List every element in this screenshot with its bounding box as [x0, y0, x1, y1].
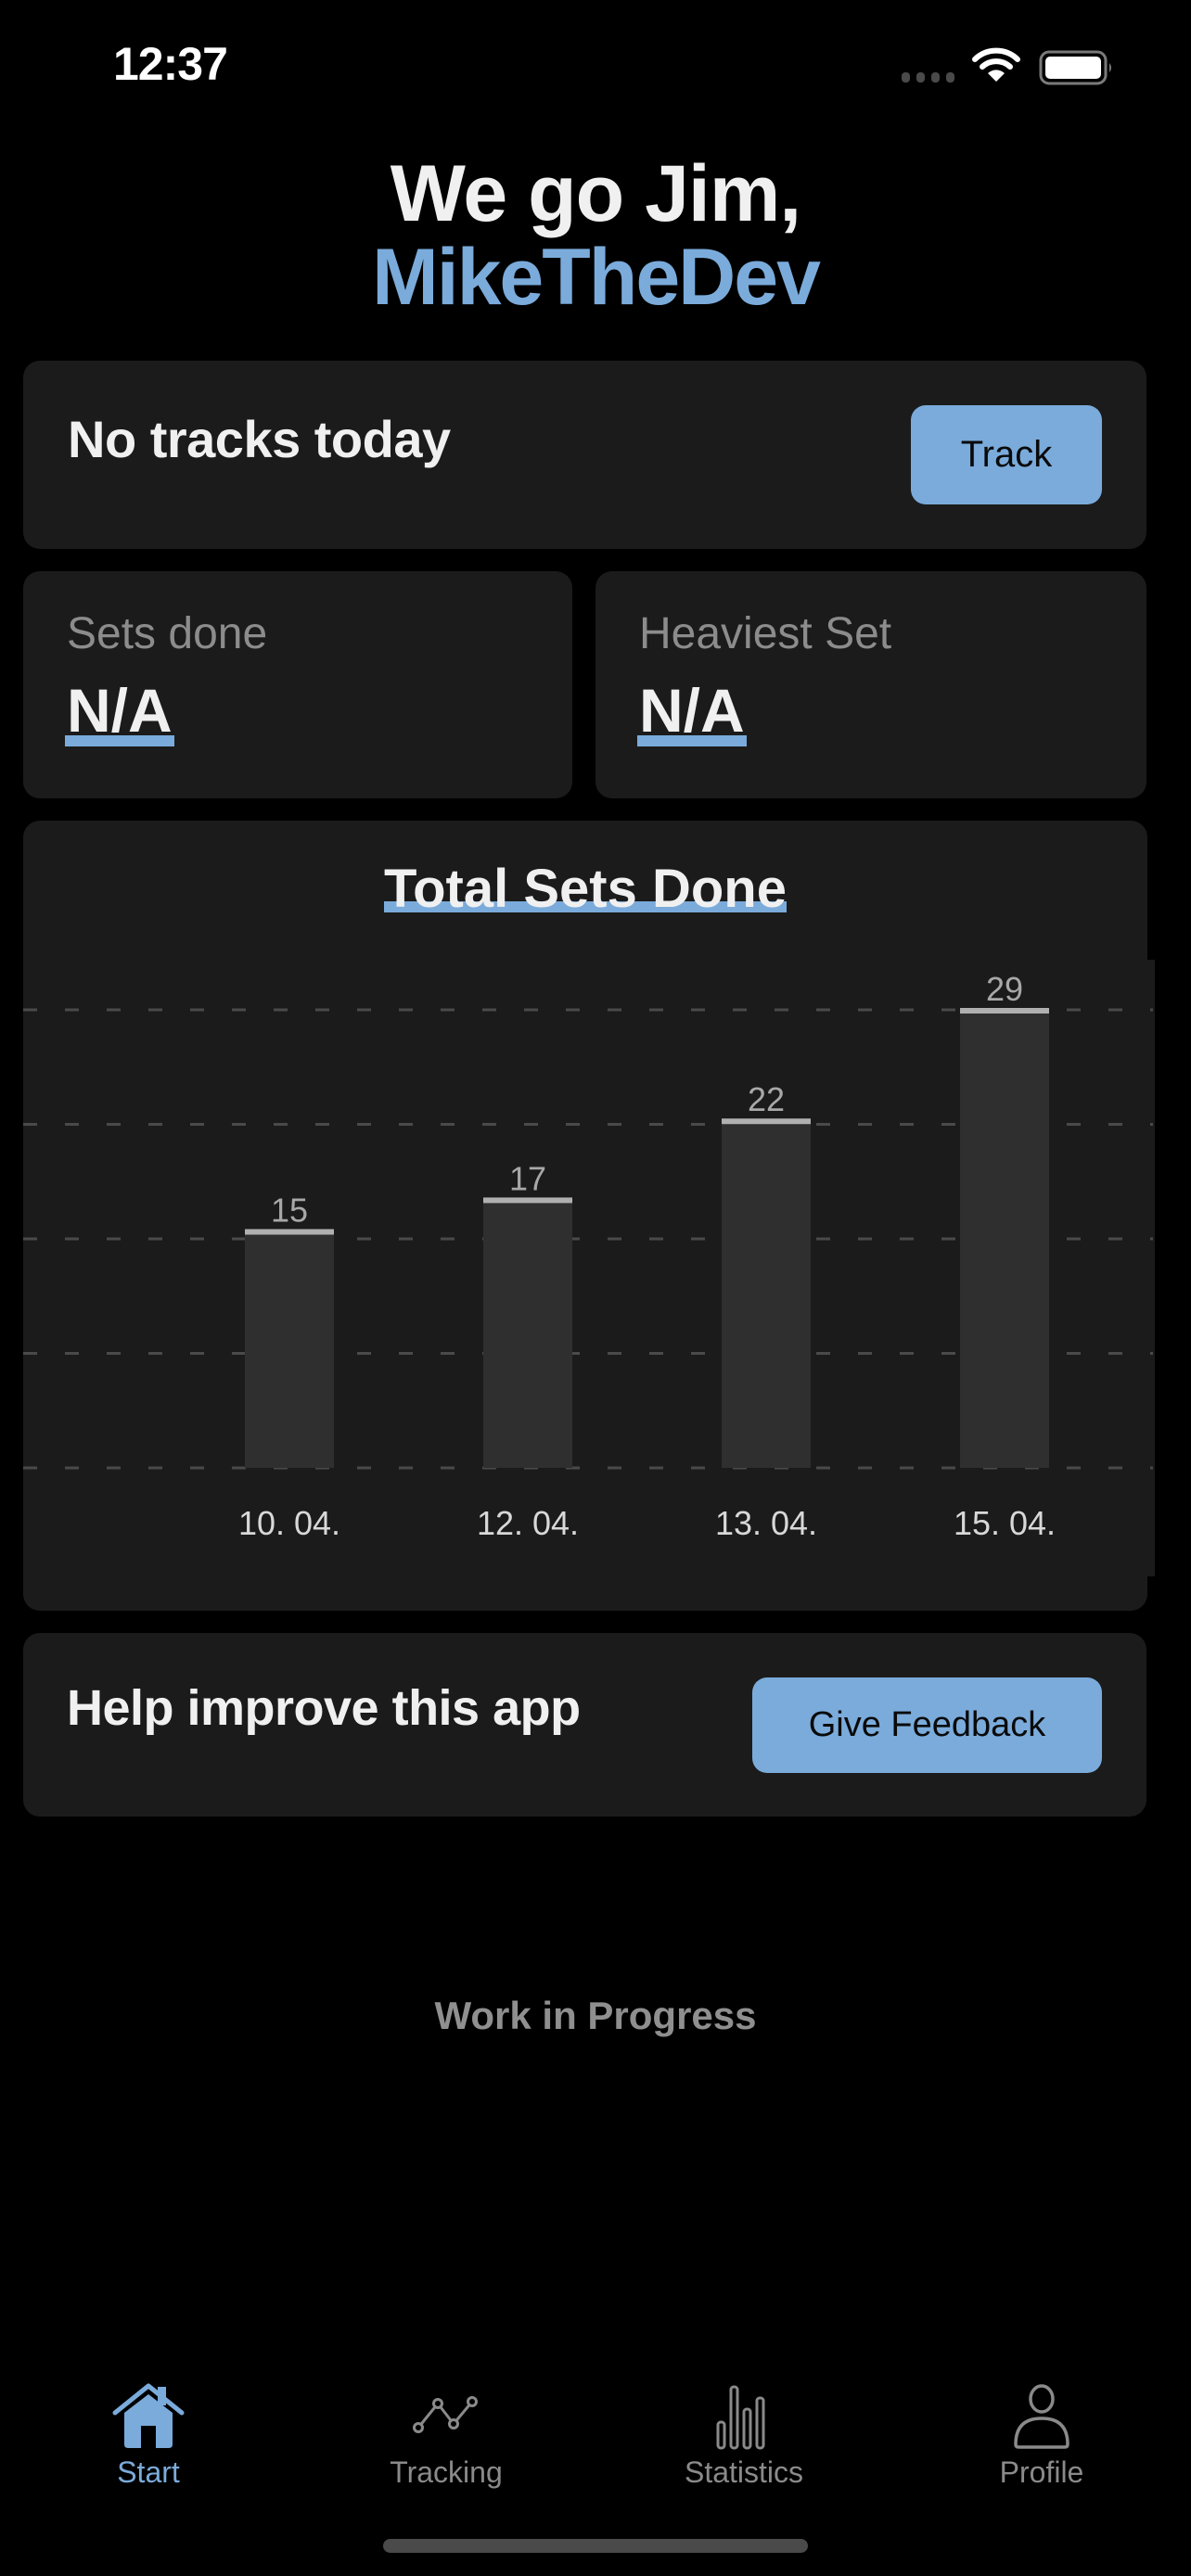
- x-tick-label: 13. 04.: [715, 1504, 817, 1542]
- person-icon: [1014, 2384, 1069, 2449]
- nav-tab-statistics[interactable]: Statistics: [651, 2383, 837, 2490]
- track-button[interactable]: Track: [911, 405, 1102, 504]
- line-chart-icon: [413, 2396, 478, 2433]
- home-indicator[interactable]: [383, 2539, 808, 2553]
- stat-card-sets-done: Sets done N/A: [23, 571, 572, 798]
- stat-value-text: N/A: [639, 676, 745, 745]
- battery-icon: [1039, 50, 1111, 85]
- total-sets-chart: 15 10. 04. 17 12. 04. 22 13. 04. 29 15. 04.: [23, 960, 1155, 1576]
- username: MikeTheDev: [372, 233, 821, 322]
- bar: [245, 1231, 334, 1468]
- stat-value: N/A: [637, 676, 747, 746]
- bar-cap: [722, 1118, 811, 1125]
- nav-label: Start: [117, 2455, 180, 2489]
- nav-tab-tracking[interactable]: Tracking: [353, 2383, 539, 2490]
- nav-label: Statistics: [684, 2455, 804, 2489]
- bar: [960, 1010, 1049, 1468]
- x-tick-label: 15. 04.: [954, 1504, 1056, 1542]
- bar-value-label: 15: [271, 1191, 308, 1229]
- today-card: No tracks today Track: [23, 361, 1146, 549]
- today-status-title: No tracks today: [68, 410, 451, 468]
- bar-cap: [483, 1197, 572, 1204]
- signal-dots-icon: [902, 72, 954, 83]
- bar-chart-icon: [716, 2385, 765, 2450]
- stat-label: Sets done: [67, 609, 268, 658]
- give-feedback-button[interactable]: Give Feedback: [752, 1677, 1102, 1773]
- x-tick-label: 12. 04.: [477, 1504, 579, 1542]
- bar-value-label: 22: [748, 1080, 785, 1118]
- bar: [483, 1199, 572, 1468]
- x-tick-label: 10. 04.: [238, 1504, 340, 1542]
- bar: [722, 1120, 811, 1468]
- greeting-line: We go Jim,: [390, 149, 801, 238]
- home-icon: [112, 2383, 185, 2448]
- stat-value-text: N/A: [67, 676, 173, 745]
- nav-label: Profile: [999, 2455, 1084, 2489]
- bar-cap: [245, 1229, 334, 1235]
- stat-value: N/A: [65, 676, 174, 746]
- bar-value-label: 17: [509, 1159, 546, 1197]
- work-in-progress-note: Work in Progress: [434, 1994, 757, 2037]
- chart-title: Total Sets Done: [384, 859, 787, 919]
- nav-tab-start[interactable]: Start: [56, 2383, 241, 2490]
- nav-tab-profile[interactable]: Profile: [949, 2383, 1134, 2490]
- wifi-icon: [972, 47, 1020, 82]
- chart-title-row: Total Sets Done: [23, 858, 1147, 920]
- bar-cap: [960, 1008, 1049, 1014]
- feedback-card: Help improve this app Give Feedback: [23, 1633, 1146, 1817]
- stat-label: Heaviest Set: [639, 609, 892, 658]
- status-time: 12:37: [113, 38, 228, 90]
- nav-label: Tracking: [390, 2455, 503, 2489]
- feedback-title: Help improve this app: [67, 1680, 581, 1736]
- chart-card: 15 10. 04. 17 12. 04. 22 13. 04. 29 15. 04. Tot…: [23, 821, 1155, 1611]
- bar-value-label: 29: [986, 970, 1023, 1008]
- stat-card-heaviest-set: Heaviest Set N/A: [596, 571, 1146, 798]
